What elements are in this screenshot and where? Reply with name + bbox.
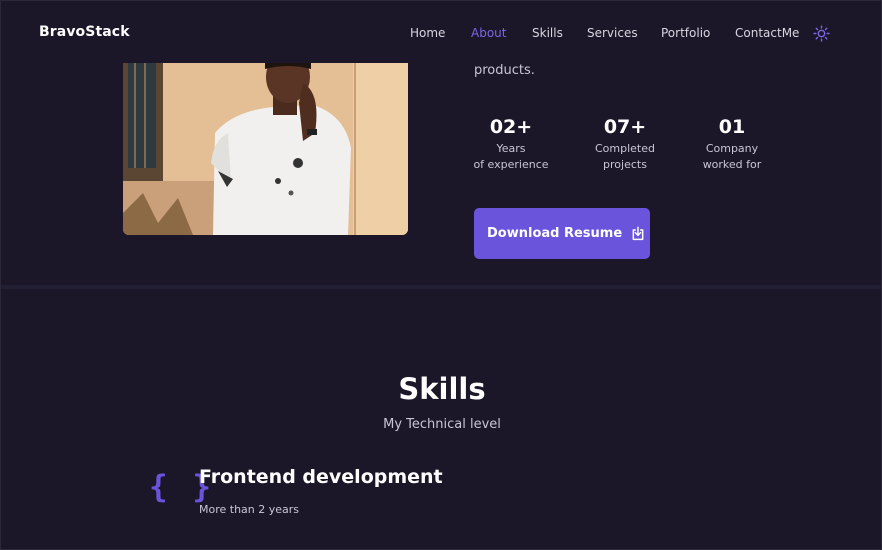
nav-link-about[interactable]: About (471, 26, 506, 40)
profile-photo (123, 63, 408, 235)
download-icon (632, 226, 644, 240)
download-resume-button[interactable]: Download Resume (474, 208, 650, 259)
stat-number: 07+ (603, 116, 647, 138)
nav-link-services[interactable]: Services (587, 26, 638, 40)
about-section: products. 02+ Years of experience 07+ Co… (1, 63, 881, 285)
stat-company: 01 Company worked for (682, 116, 782, 173)
sun-icon[interactable] (813, 25, 830, 42)
skill-frontend-development[interactable]: { } Frontend development More than 2 yea… (149, 463, 469, 523)
download-resume-label: Download Resume (487, 226, 623, 241)
page: BravoStack Home About Skills Services Po… (0, 0, 882, 550)
about-description: products. (474, 63, 535, 78)
stat-projects: 07+ Completed projects (575, 116, 675, 173)
stat-number: 01 (718, 116, 746, 138)
nav-link-contactme[interactable]: ContactMe (735, 26, 799, 40)
section-divider (1, 285, 881, 289)
stat-experience: 02+ Years of experience (461, 116, 561, 173)
site-header: BravoStack Home About Skills Services Po… (1, 1, 881, 63)
skill-name: Frontend development (199, 466, 443, 488)
nav-link-home[interactable]: Home (410, 26, 445, 40)
stat-label: Company worked for (702, 142, 762, 171)
nav-link-skills[interactable]: Skills (532, 26, 563, 40)
main-nav: Home About Skills Services Portfolio Con… (1, 26, 881, 42)
stat-label: Years of experience (473, 142, 549, 171)
skills-subtitle: My Technical level (383, 417, 501, 432)
nav-link-portfolio[interactable]: Portfolio (661, 26, 710, 40)
skills-title: Skills (398, 372, 486, 406)
skill-years: More than 2 years (199, 503, 300, 516)
stat-label: Completed projects (595, 142, 655, 171)
stat-number: 02+ (489, 116, 533, 138)
